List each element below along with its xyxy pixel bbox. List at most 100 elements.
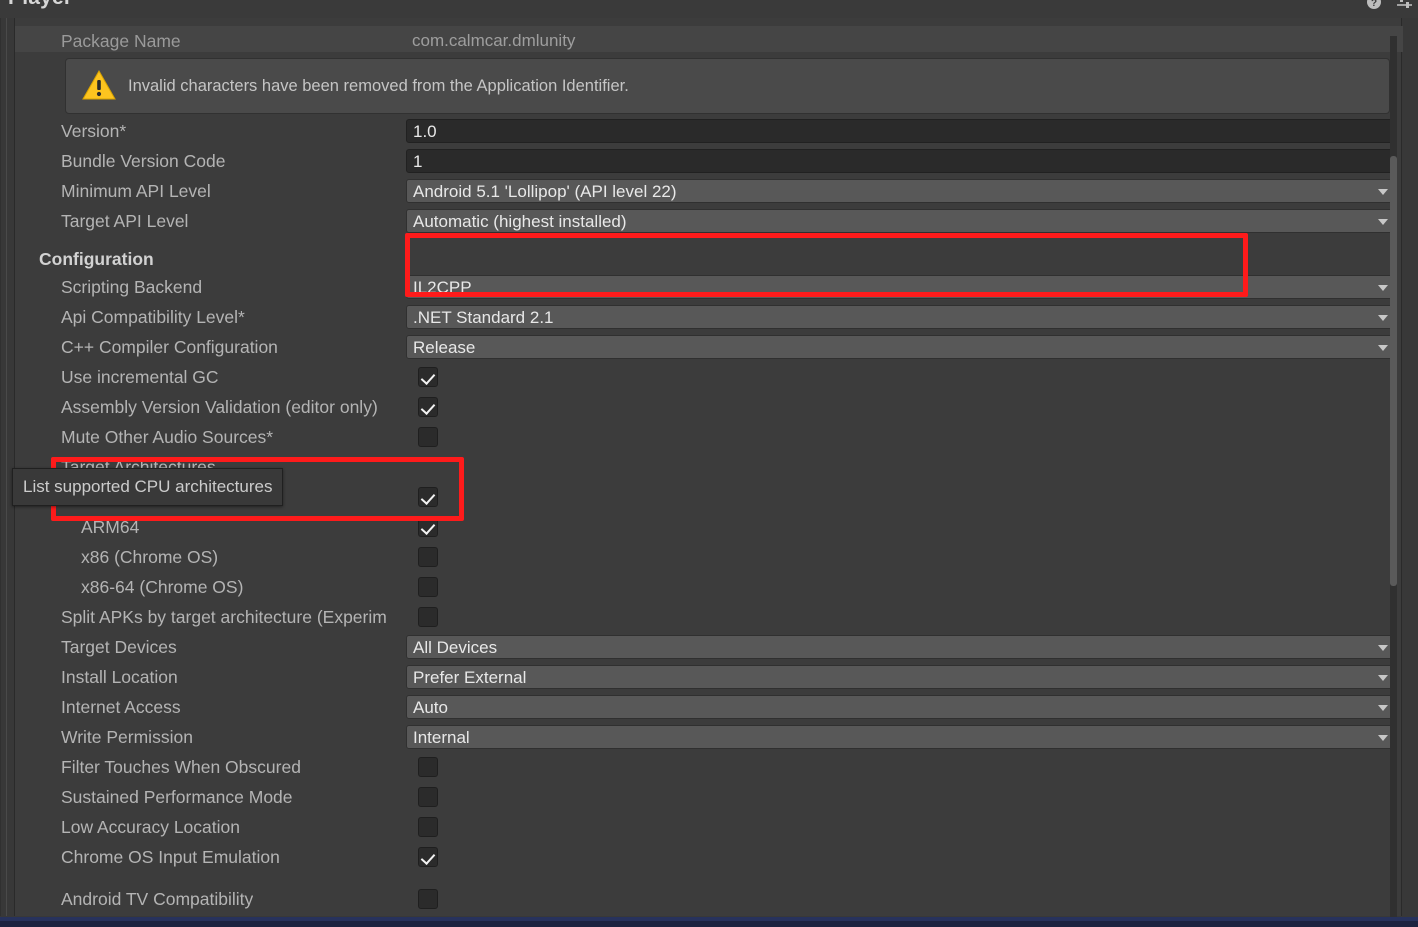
chevron-down-icon bbox=[1378, 315, 1388, 321]
warning-message: Invalid characters have been removed fro… bbox=[128, 77, 629, 95]
chevron-down-icon bbox=[1378, 219, 1388, 225]
checkbox-assembly-version-validation[interactable] bbox=[418, 397, 438, 417]
field-write-permission[interactable]: Internal bbox=[406, 725, 1396, 749]
field-version[interactable]: 1.0 bbox=[406, 119, 1396, 143]
label-x86-64-chrome-os: x86-64 (Chrome OS) bbox=[81, 577, 244, 597]
field-api-compatibility[interactable]: .NET Standard 2.1 bbox=[406, 305, 1396, 329]
checkbox-armv7[interactable] bbox=[418, 487, 438, 507]
settings-row-mute-other-audio: Mute Other Audio Sources* bbox=[15, 422, 1403, 452]
label-write-permission: Write Permission bbox=[61, 727, 193, 747]
chevron-down-icon bbox=[1378, 645, 1388, 651]
label-arm64: ARM64 bbox=[81, 517, 140, 537]
field-install-location[interactable]: Prefer External bbox=[406, 665, 1396, 689]
chevron-down-icon bbox=[1378, 285, 1388, 291]
checkbox-sustained-performance[interactable] bbox=[418, 787, 438, 807]
label-filter-touches: Filter Touches When Obscured bbox=[61, 757, 301, 777]
checkbox-use-incremental-gc[interactable] bbox=[418, 367, 438, 387]
help-icon[interactable]: ? bbox=[1366, 0, 1382, 10]
cpu-architectures-tooltip: List supported CPU architectures bbox=[12, 468, 284, 506]
label-low-accuracy-location: Low Accuracy Location bbox=[61, 817, 240, 837]
label-target-devices: Target Devices bbox=[61, 637, 177, 657]
checkbox-chrome-os-input-emulation[interactable] bbox=[418, 847, 438, 867]
field-value-install-location: Prefer External bbox=[413, 668, 527, 687]
label-android-tv-compatibility: Android TV Compatibility bbox=[61, 889, 254, 909]
chevron-down-icon bbox=[1378, 705, 1388, 711]
label-version: Version* bbox=[61, 121, 127, 141]
checkbox-arm64[interactable] bbox=[418, 517, 438, 537]
vertical-scrollbar-thumb[interactable] bbox=[1390, 156, 1397, 586]
settings-row-minimum-api-level: Minimum API Level Android 5.1 'Lollipop' … bbox=[15, 176, 1403, 206]
settings-row-x86-64-chrome-os: x86-64 (Chrome OS) bbox=[15, 572, 1403, 602]
field-scripting-backend[interactable]: IL2CPP bbox=[406, 275, 1396, 299]
checkbox-mute-other-audio[interactable] bbox=[418, 427, 438, 447]
label-api-compatibility: Api Compatibility Level* bbox=[61, 307, 245, 327]
settings-row-x86-chrome-os: x86 (Chrome OS) bbox=[15, 542, 1403, 572]
field-value-internet-access: Auto bbox=[413, 698, 448, 717]
label-split-apks: Split APKs by target architecture (Exper… bbox=[61, 607, 387, 627]
checkbox-low-accuracy-location[interactable] bbox=[418, 817, 438, 837]
settings-row-target-devices: Target Devices All Devices bbox=[15, 632, 1403, 662]
checkbox-x86-64-chrome-os[interactable] bbox=[418, 577, 438, 597]
field-value-target-api-level: Automatic (highest installed) bbox=[413, 212, 627, 231]
label-cpp-compiler-config: C++ Compiler Configuration bbox=[61, 337, 278, 357]
settings-row-chrome-os-input-emulation: Chrome OS Input Emulation bbox=[15, 842, 1403, 872]
warning-icon bbox=[82, 69, 116, 101]
chevron-down-icon bbox=[1378, 189, 1388, 195]
label-assembly-version-validation: Assembly Version Validation (editor only… bbox=[61, 397, 378, 417]
page-title: Player bbox=[8, 0, 72, 10]
label-scripting-backend: Scripting Backend bbox=[61, 277, 203, 297]
settings-row-internet-access: Internet Access Auto bbox=[15, 692, 1403, 722]
settings-row-package-name: Package Name com.calmcar.dmlunity bbox=[15, 26, 1403, 56]
checkbox-filter-touches[interactable] bbox=[418, 757, 438, 777]
inspector-title-bar: Player ? bbox=[0, 0, 1418, 18]
vertical-scrollbar[interactable] bbox=[1390, 36, 1397, 927]
settings-row-bundle-version-code: Bundle Version Code 1 bbox=[15, 146, 1403, 176]
settings-row-assembly-version-validation: Assembly Version Validation (editor only… bbox=[15, 392, 1403, 422]
inspector-panel: Package Name com.calmcar.dmlunity Version*… bbox=[14, 18, 1403, 927]
field-minimum-api-level[interactable]: Android 5.1 'Lollipop' (API level 22) bbox=[406, 179, 1396, 203]
checkbox-android-tv-compatibility[interactable] bbox=[418, 889, 438, 909]
os-taskbar-strip bbox=[0, 917, 1418, 927]
label-install-location: Install Location bbox=[61, 667, 178, 687]
header-icon-group: ? bbox=[1366, 0, 1412, 10]
settings-row-target-api-level: Target API Level Automatic (highest insta… bbox=[15, 206, 1403, 236]
field-value-bundle-version-code: 1 bbox=[413, 152, 423, 171]
label-internet-access: Internet Access bbox=[61, 697, 181, 717]
field-value-cpp-compiler-config: Release bbox=[413, 338, 476, 357]
checkbox-x86-chrome-os[interactable] bbox=[418, 547, 438, 567]
label-package-name: Package Name bbox=[61, 31, 181, 51]
checkbox-split-apks[interactable] bbox=[418, 607, 438, 627]
label-mute-other-audio: Mute Other Audio Sources* bbox=[61, 427, 274, 447]
settings-row-api-compatibility: Api Compatibility Level* .NET Standard 2.… bbox=[15, 302, 1403, 332]
label-minimum-api-level: Minimum API Level bbox=[61, 181, 211, 201]
invalid-characters-warning: Invalid characters have been removed fro… bbox=[65, 58, 1390, 114]
field-cpp-compiler-config[interactable]: Release bbox=[406, 335, 1396, 359]
label-sustained-performance: Sustained Performance Mode bbox=[61, 787, 293, 807]
settings-row-split-apks: Split APKs by target architecture (Exper… bbox=[15, 602, 1403, 632]
settings-row-filter-touches: Filter Touches When Obscured bbox=[15, 752, 1403, 782]
settings-row-sustained-performance: Sustained Performance Mode bbox=[15, 782, 1403, 812]
label-configuration: Configuration bbox=[39, 249, 154, 269]
label-bundle-version-code: Bundle Version Code bbox=[61, 151, 226, 171]
field-value-write-permission: Internal bbox=[413, 728, 470, 747]
label-x86-chrome-os: x86 (Chrome OS) bbox=[81, 547, 219, 567]
field-value-api-compatibility: .NET Standard 2.1 bbox=[413, 308, 554, 327]
chevron-down-icon bbox=[1378, 345, 1388, 351]
settings-row-android-tv-compatibility: Android TV Compatibility bbox=[15, 884, 1403, 914]
settings-row-version: Version* 1.0 bbox=[15, 116, 1403, 146]
preset-settings-icon[interactable] bbox=[1396, 0, 1412, 10]
label-chrome-os-input-emulation: Chrome OS Input Emulation bbox=[61, 847, 280, 867]
field-bundle-version-code[interactable]: 1 bbox=[406, 149, 1396, 173]
field-package-name: com.calmcar.dmlunity bbox=[406, 29, 1396, 53]
field-value-target-devices: All Devices bbox=[413, 638, 498, 657]
field-target-devices[interactable]: All Devices bbox=[406, 635, 1396, 659]
settings-row-cpp-compiler-config: C++ Compiler Configuration Release bbox=[15, 332, 1403, 362]
field-value-package-name: com.calmcar.dmlunity bbox=[412, 31, 576, 50]
panel-left-gutter bbox=[0, 18, 1, 916]
settings-row-use-incremental-gc: Use incremental GC bbox=[15, 362, 1403, 392]
field-target-api-level[interactable]: Automatic (highest installed) bbox=[406, 209, 1396, 233]
field-value-scripting-backend: IL2CPP bbox=[413, 278, 472, 297]
chevron-down-icon bbox=[1378, 675, 1388, 681]
field-internet-access[interactable]: Auto bbox=[406, 695, 1396, 719]
label-use-incremental-gc: Use incremental GC bbox=[61, 367, 219, 387]
